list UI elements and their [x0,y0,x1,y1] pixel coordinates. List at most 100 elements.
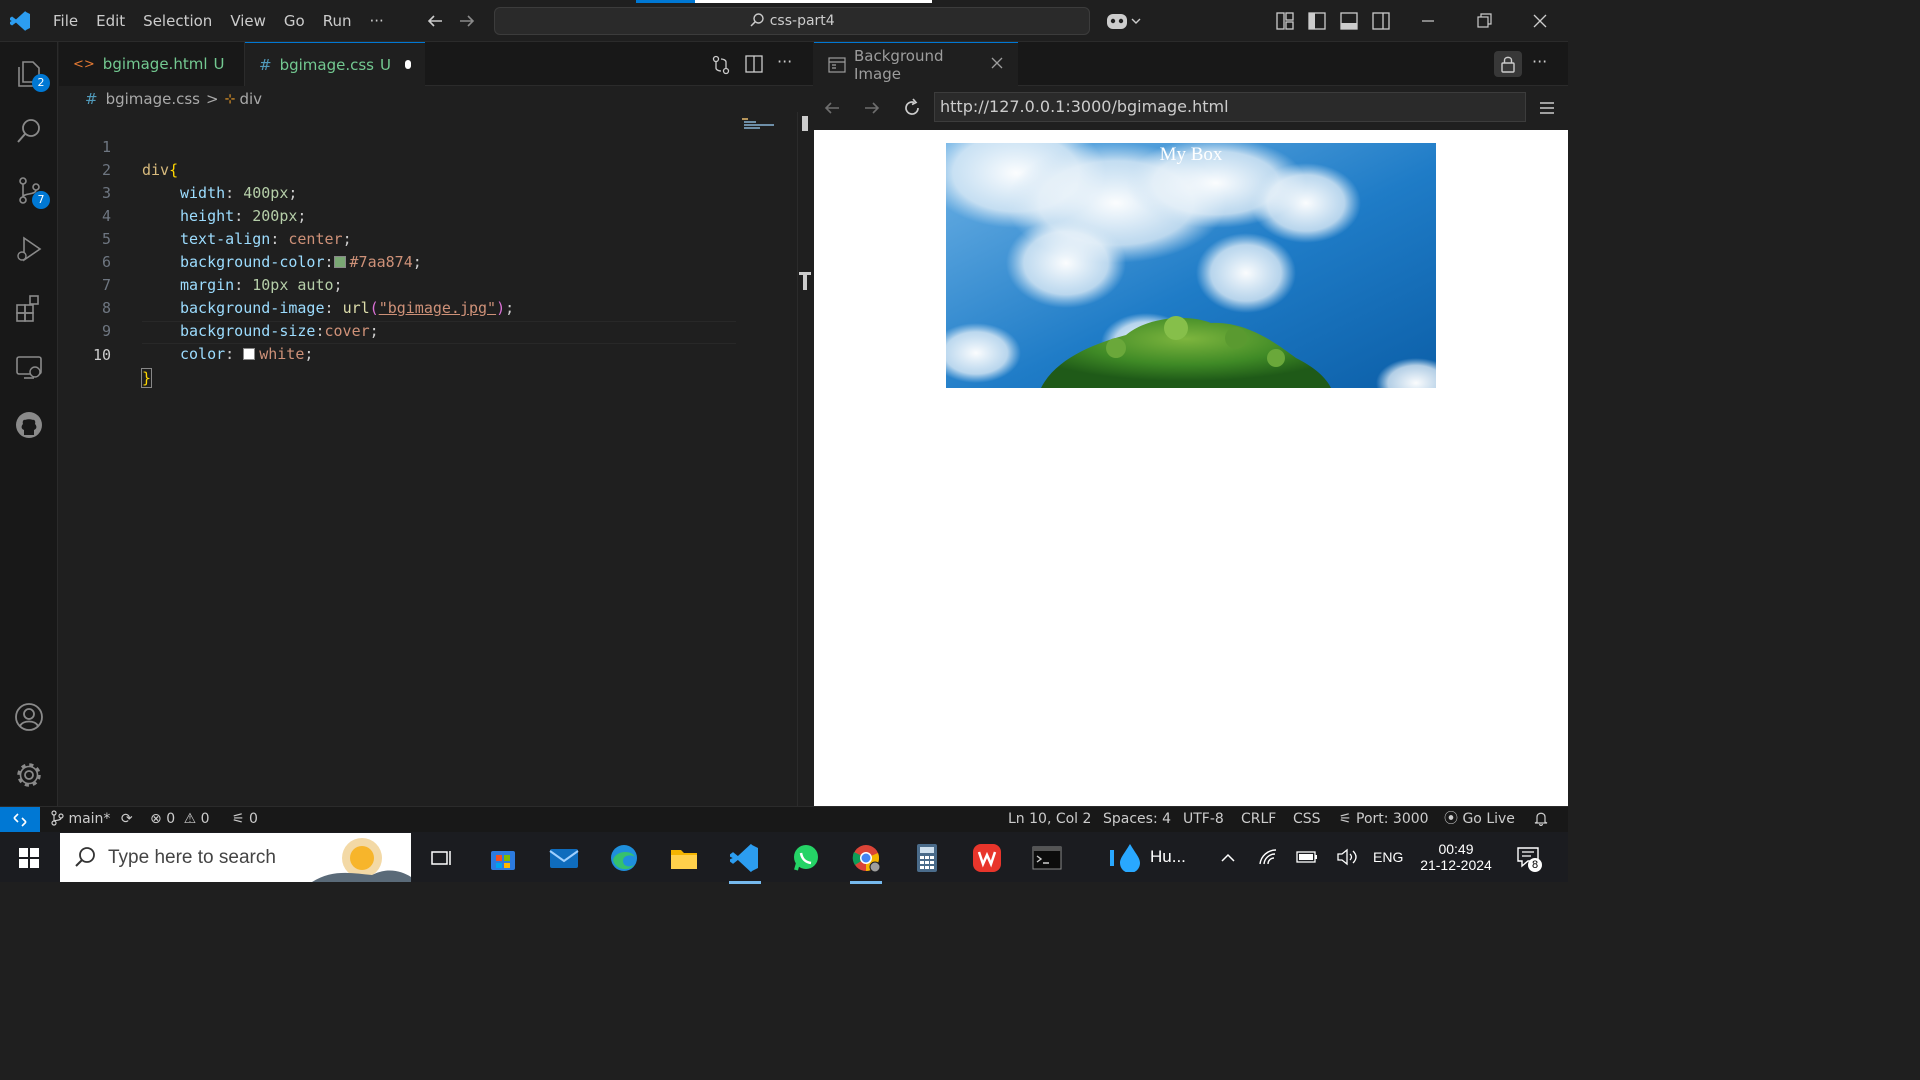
toggle-secondary-sidebar-icon[interactable] [1372,12,1390,34]
file-explorer-icon[interactable] [664,838,704,878]
unsaved-dot-icon[interactable] [404,60,411,69]
go-live-button[interactable]: ⦿ Go Live [1444,807,1515,833]
source-control-icon[interactable]: 7 [12,173,50,209]
windows-start-icon[interactable] [9,838,49,878]
calculator-icon[interactable] [907,838,947,878]
tab-filename: bgimage.html [102,55,208,73]
extensions-icon[interactable] [12,291,46,325]
vscode-logo-icon [8,10,32,36]
show-hidden-icons[interactable] [1220,832,1236,882]
menu-run[interactable]: Run [314,12,361,30]
breadcrumb-symbol[interactable]: div [239,90,262,108]
scroll-thumb[interactable] [802,116,808,131]
go-live-label: Go Live [1462,811,1515,827]
code-line: 5 background-color: #7aa874; [59,205,739,271]
css-value: white [259,345,305,363]
ports-status[interactable]: ⚟ 0 [232,807,258,833]
minimize-icon[interactable] [1420,12,1436,34]
chrome-icon[interactable] [846,838,886,884]
split-editor-icon[interactable] [745,55,763,77]
wps-office-icon[interactable] [967,838,1007,878]
copilot-icon[interactable] [1105,10,1143,36]
notifications-bell-icon[interactable] [1534,807,1548,833]
search-icon[interactable] [12,114,46,148]
run-debug-icon[interactable] [12,232,46,266]
broadcast-icon: ⦿ [1444,811,1458,827]
cursor-position[interactable]: Ln 10, Col 2 [1008,807,1091,833]
breadcrumb-file[interactable]: bgimage.css [106,90,200,108]
toggle-primary-sidebar-icon[interactable] [1308,12,1326,34]
minimap[interactable] [742,116,776,134]
menu-more[interactable]: ··· [361,12,393,30]
nav-back-icon[interactable] [425,11,445,35]
error-icon: ⊗ [150,811,162,827]
nav-forward-icon[interactable] [457,11,477,35]
remote-explorer-icon[interactable] [12,350,46,384]
battery-icon[interactable] [1296,832,1318,882]
tab-bgimage-html[interactable]: <> bgimage.html U [59,42,245,86]
volume-icon[interactable] [1336,832,1358,882]
tab-background-image[interactable]: Background Image [814,42,1018,86]
url-input[interactable]: http://127.0.0.1:3000/bgimage.html [934,92,1526,122]
language-indicator[interactable]: ENG [1373,832,1403,882]
branch-status[interactable]: main* ⟳ [50,807,133,833]
clock[interactable]: 00:49 21-12-2024 [1418,832,1494,882]
microsoft-store-icon[interactable] [483,838,523,878]
tab-bgimage-css[interactable]: # bgimage.css U [245,42,425,86]
taskbar-search-box[interactable]: Type here to search [60,833,411,882]
close-window-icon[interactable] [1532,12,1548,34]
wifi-icon[interactable] [1258,832,1278,882]
search-highlight-image [312,833,411,882]
sync-icon[interactable]: ⟳ [121,811,133,827]
manage-gear-icon[interactable] [12,758,46,792]
open-changes-icon[interactable] [711,55,731,79]
weather-widget[interactable]: Hu... [1108,832,1186,882]
github-icon[interactable] [12,408,46,442]
menu-go[interactable]: Go [275,12,314,30]
problems-status[interactable]: ⊗ 0 ⚠ 0 [150,807,210,833]
browser-tab-bar: Background Image ··· [814,42,1568,86]
close-tab-icon[interactable] [990,56,1004,74]
notification-center-icon[interactable]: 8 [1516,832,1542,882]
title-bar: File Edit Selection View Go Run ··· css-… [0,0,1568,42]
menu-edit[interactable]: Edit [87,12,134,30]
whatsapp-icon[interactable] [786,838,826,878]
language-mode[interactable]: CSS [1293,807,1321,833]
lock-icon[interactable] [1494,51,1522,77]
task-view-icon[interactable] [421,838,461,878]
remote-indicator-icon[interactable] [0,807,40,833]
accounts-icon[interactable] [12,700,46,734]
code-line: 10 } [59,321,739,388]
code-line: 7 background-image: url("bgimage.jpg"); [59,251,739,317]
menu-file[interactable]: File [44,12,87,30]
customize-layout-icon[interactable] [1276,12,1294,34]
encoding[interactable]: UTF-8 [1183,807,1224,833]
editor-more-actions-icon[interactable]: ··· [777,52,792,71]
restore-icon[interactable] [1476,12,1492,34]
browser-more-actions-icon[interactable]: ··· [1532,52,1547,71]
editor-scrollbar[interactable] [797,112,813,806]
toggle-panel-icon[interactable] [1340,12,1358,34]
reload-icon[interactable] [902,98,922,122]
color-swatch[interactable] [243,348,256,360]
weather-label: Hu... [1150,847,1186,866]
indentation[interactable]: Spaces: 4 [1103,807,1171,833]
hamburger-menu-icon[interactable] [1538,100,1556,120]
live-server-port[interactable]: ⚟ Port: 3000 [1339,807,1429,833]
explorer-icon[interactable]: 2 [12,56,50,92]
vscode-taskbar-icon[interactable] [725,838,765,884]
terminal-icon[interactable] [1027,838,1067,878]
css-icon: # [259,55,272,74]
menu-selection[interactable]: Selection [134,12,221,30]
end-of-line[interactable]: CRLF [1241,807,1276,833]
code-editor[interactable]: 1 div{ 2 width: 400px; 3 height: 200px; … [59,112,799,806]
browser-back-icon[interactable] [822,98,842,122]
menu-view[interactable]: View [221,12,275,30]
command-center[interactable]: css-part4 [494,7,1090,35]
port-label: Port: 3000 [1356,811,1429,827]
search-icon [749,13,769,29]
mail-icon[interactable] [544,838,584,878]
edge-icon[interactable] [604,838,644,878]
browser-forward-icon[interactable] [862,98,882,122]
background-image-box: My Box [946,143,1436,388]
